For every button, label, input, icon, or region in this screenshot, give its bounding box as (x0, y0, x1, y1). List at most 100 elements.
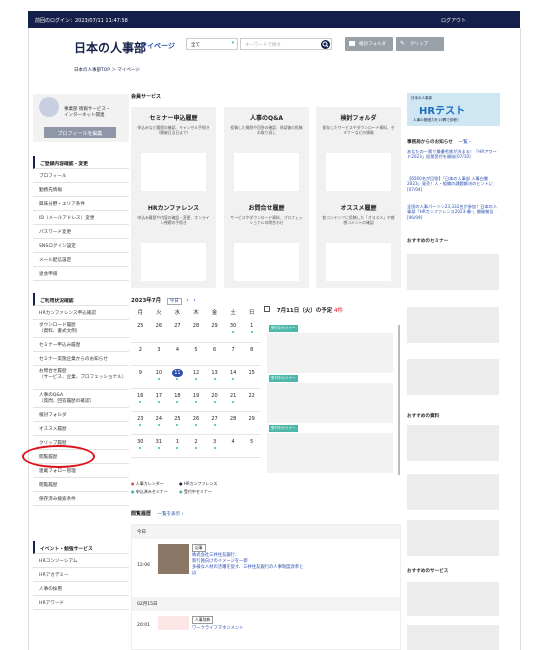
menu-item[interactable]: HRアワード (33, 596, 129, 610)
calendar-day[interactable]: 18 (168, 388, 187, 412)
calendar-day[interactable]: 16 (131, 388, 150, 412)
calendar-day[interactable]: 29 (242, 411, 261, 435)
news-list-link[interactable]: 一覧 › (458, 140, 471, 145)
breadcrumb[interactable]: 日本の人事部TOP ＞ マイページ (74, 67, 140, 73)
calendar-day[interactable]: 2 (186, 434, 206, 458)
calendar-day[interactable]: 12 (186, 365, 206, 389)
history-item[interactable]: 20:01 人事辞典 ワークライフマネジメント (132, 611, 400, 641)
calendar-day[interactable]: 10 (149, 365, 169, 389)
menu-item[interactable]: セミナー申込み履歴 (33, 338, 129, 352)
menu-item[interactable]: 保存済み検索条件 (33, 492, 129, 506)
calendar-day[interactable]: 26 (149, 319, 169, 343)
service-card-osusume[interactable]: オススメ履歴 各コンテンツに投稿した「オススメ」や感想コメントの確認 (316, 197, 401, 288)
seminar-placeholder[interactable] (407, 254, 499, 290)
calendar-day[interactable]: 25 (131, 319, 150, 343)
calendar-day[interactable]: 17 (149, 388, 169, 412)
service-card-seminar[interactable]: セミナー申込履歴 申込みなど履歴の確認、キャンセル手続き（開催日当日まで） (131, 107, 216, 198)
search-icon[interactable] (321, 40, 330, 49)
calendar-day[interactable]: 13 (205, 365, 224, 389)
menu-item[interactable]: 人事のQ&A （質問、回答履歴の確認） (33, 390, 129, 408)
category-select[interactable]: 全て ▾ (186, 38, 238, 50)
menu-item[interactable]: HRカンファレンス申込確認 (33, 306, 129, 320)
menu-item[interactable]: 興味分野・エリア条件 (33, 197, 129, 211)
calendar-day[interactable]: 27 (168, 319, 187, 343)
calendar-day[interactable]: 26 (186, 411, 206, 435)
service-placeholder[interactable] (407, 582, 499, 616)
calendar-day[interactable]: 28 (186, 319, 206, 343)
menu-item[interactable]: 閲覧履歴 (33, 478, 129, 492)
seminar-placeholder[interactable] (407, 307, 499, 343)
menu-item[interactable]: ダウンロード履歴 （資料、書式文例） (33, 320, 129, 338)
calendar-day[interactable]: 21 (223, 388, 243, 412)
calendar-day[interactable]: 22 (242, 388, 261, 412)
event-item[interactable]: 受付中セミナー (267, 325, 393, 373)
calendar-day[interactable]: 5 (242, 434, 261, 458)
news-item[interactable]: 【6500名が回答】「日本の人事部 人事白書2023」発売！人・組織の課題解決の… (407, 176, 499, 192)
calendar-day[interactable]: 4 (168, 342, 187, 366)
calendar-day[interactable]: 30 (223, 319, 243, 343)
menu-item-osusume[interactable]: オススメ履歴 (33, 422, 129, 436)
search-input[interactable]: キーワードで探す (240, 38, 332, 50)
menu-item[interactable]: HRコンソーシアム (33, 554, 129, 568)
next-month-button[interactable]: › (193, 297, 195, 304)
calendar-day[interactable]: 8 (242, 342, 261, 366)
history-title[interactable]: 株式会社三井住友銀行： 新行員向けのイメージを一新 多様な人材の活躍を促す、三井… (192, 553, 342, 577)
calendar-day-today[interactable]: 11 (168, 365, 187, 389)
history-item[interactable]: 12:06 記事 株式会社三井住友銀行： 新行員向けのイメージを一新 多様な人材… (132, 539, 400, 597)
menu-item[interactable]: パスワード変更 (33, 225, 129, 239)
calendar-day[interactable]: 3 (149, 342, 169, 366)
calendar-day[interactable]: 2 (131, 342, 150, 366)
menu-item[interactable]: お問合せ履歴 （サービス、企業、プロフェッショナル） (33, 366, 129, 390)
calendar-day[interactable]: 9 (131, 365, 150, 389)
calendar-day[interactable]: 25 (168, 411, 187, 435)
calendar-day[interactable]: 1 (242, 319, 261, 343)
doc-placeholder[interactable] (407, 474, 499, 510)
menu-item[interactable]: メール配信設定 (33, 253, 129, 267)
calendar-day[interactable]: 19 (186, 388, 206, 412)
folder-button[interactable]: 検討フォルダ (345, 37, 393, 51)
menu-item[interactable]: プロフィール (33, 169, 129, 183)
calendar-day[interactable]: 31 (149, 434, 169, 458)
event-scrollbar[interactable] (398, 325, 400, 475)
history-list-link[interactable]: 一覧を表示 › (158, 512, 184, 517)
news-item[interactable]: 全国の人事パーソン23,332名が参加！日本の人事部「HRカンファレンス2023… (407, 204, 499, 220)
news-item[interactable]: あなたの一票で最優秀賞が決まる！「HRアワード2023」投票受付を開始[07/1… (407, 149, 499, 160)
calendar-day[interactable]: 3 (205, 434, 224, 458)
service-card-folder[interactable]: 検討フォルダ 保存したサービスやダウンロード資料、セミナーなどの情報 (316, 107, 401, 198)
menu-item[interactable]: HRアカデミー (33, 568, 129, 582)
seminar-placeholder[interactable] (407, 359, 499, 395)
service-placeholder[interactable] (407, 625, 499, 650)
calendar-day[interactable]: 24 (149, 411, 169, 435)
menu-item[interactable]: SNSログイン設定 (33, 239, 129, 253)
calendar-day[interactable]: 23 (131, 411, 150, 435)
doc-placeholder[interactable] (407, 425, 499, 461)
menu-item[interactable]: 人事の採用 (33, 582, 129, 596)
service-card-hrconf[interactable]: HRカンファレンス 申込み履歴や内容の確認・変更、オンライン視聴の手続き (131, 197, 216, 288)
hr-test-banner[interactable]: 日本の人事部 HRテスト 人事の基礎力を10問で診断！ (407, 93, 500, 126)
calendar-day[interactable]: 29 (205, 319, 224, 343)
calendar-day[interactable]: 6 (205, 342, 224, 366)
calendar-day[interactable]: 28 (223, 411, 243, 435)
calendar-day[interactable]: 27 (205, 411, 224, 435)
menu-item[interactable]: 検討フォルダ (33, 408, 129, 422)
menu-item[interactable]: ID（メールアドレス）変更 (33, 211, 129, 225)
service-card-qa[interactable]: 人事のQ&A 投稿した質問や回答の確認、承認後の投稿の取り消し (224, 107, 309, 198)
menu-item[interactable]: 退会申請 (33, 267, 129, 281)
event-item[interactable]: 受付中セミナー (267, 375, 393, 423)
calendar-day[interactable]: 15 (242, 365, 261, 389)
logout-link[interactable]: ログアウト (441, 17, 466, 24)
service-card-inquiry[interactable]: お問合せ履歴 サービスやダウンロード資料、プロフェッショナルの問合わせ (224, 197, 309, 288)
clip-button[interactable]: ✎ クリップ (396, 37, 444, 51)
edit-profile-button[interactable]: プロフィールを編集 (44, 127, 116, 138)
calendar-day[interactable]: 14 (223, 365, 243, 389)
menu-item[interactable]: セミナー実施企業からのお知らせ (33, 352, 129, 366)
calendar-day[interactable]: 7 (223, 342, 243, 366)
calendar-day[interactable]: 20 (205, 388, 224, 412)
calendar-day[interactable]: 1 (168, 434, 187, 458)
doc-placeholder[interactable] (407, 520, 499, 556)
calendar-day[interactable]: 30 (131, 434, 150, 458)
prev-month-button[interactable]: ‹ (186, 297, 188, 304)
event-item[interactable]: 受付中セミナー (267, 425, 393, 473)
menu-item[interactable]: 勤務先情報 (33, 183, 129, 197)
site-logo[interactable]: 日本の人事部 (74, 39, 146, 56)
